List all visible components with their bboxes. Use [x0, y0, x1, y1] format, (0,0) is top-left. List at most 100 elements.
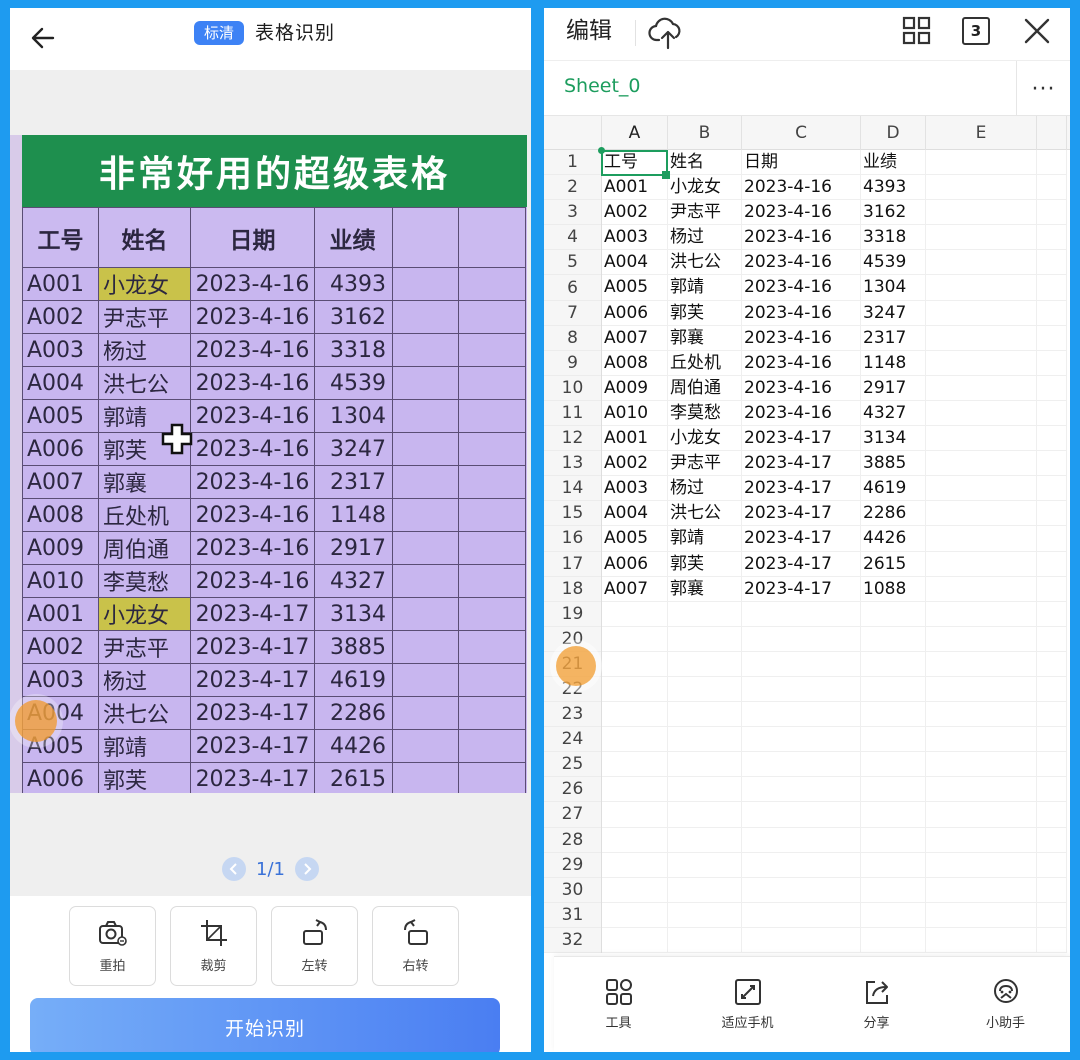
cell[interactable]: [926, 200, 1037, 226]
cell[interactable]: [602, 626, 668, 652]
cell[interactable]: [861, 702, 926, 728]
cell[interactable]: [1037, 175, 1067, 201]
cell[interactable]: A006: [602, 551, 668, 577]
cell[interactable]: [1037, 727, 1067, 753]
cell[interactable]: 业绩: [861, 150, 926, 176]
cell[interactable]: 3885: [861, 451, 926, 477]
page-count-button[interactable]: 3: [962, 17, 990, 45]
cell[interactable]: [668, 676, 742, 703]
cell[interactable]: [861, 777, 926, 803]
cell[interactable]: A009: [602, 375, 668, 401]
cell[interactable]: [1037, 375, 1067, 401]
cell[interactable]: [668, 927, 742, 953]
cell[interactable]: [926, 676, 1037, 703]
cell[interactable]: [1037, 877, 1067, 903]
cell[interactable]: [926, 375, 1037, 401]
column-header-c[interactable]: C: [742, 116, 861, 150]
row-number[interactable]: 6: [544, 275, 601, 301]
cell[interactable]: 丘处机: [668, 350, 742, 376]
quality-badge[interactable]: 标清: [194, 21, 245, 45]
cell[interactable]: 2023-4-17: [742, 451, 861, 477]
cell[interactable]: [926, 501, 1037, 527]
rotate-left-button[interactable]: 左转: [271, 906, 358, 986]
cell[interactable]: [926, 802, 1037, 828]
cell[interactable]: A008: [602, 350, 668, 376]
row-number[interactable]: 13: [544, 451, 601, 477]
row-number[interactable]: 12: [544, 426, 601, 452]
cell[interactable]: [926, 275, 1037, 301]
cell[interactable]: 2023-4-17: [742, 501, 861, 527]
cell-area[interactable]: 工号 姓名 日期 业绩 A001 小龙女 2023-4-16 4393 A002 尹志平 2023-…: [602, 150, 1067, 953]
selection-handle[interactable]: [598, 147, 605, 154]
column-header[interactable]: [1037, 116, 1067, 150]
cell[interactable]: 4426: [861, 526, 926, 552]
cell[interactable]: A005: [602, 275, 668, 301]
cell[interactable]: 洪七公: [668, 250, 742, 276]
cell[interactable]: [1037, 626, 1067, 652]
cell[interactable]: [668, 852, 742, 878]
cell[interactable]: [926, 752, 1037, 778]
cell[interactable]: 2023-4-17: [742, 526, 861, 552]
cell[interactable]: [1037, 250, 1067, 276]
cell[interactable]: [926, 426, 1037, 452]
cell[interactable]: 3134: [861, 426, 926, 452]
cell[interactable]: 2023-4-16: [742, 300, 861, 326]
cell[interactable]: [926, 852, 1037, 878]
cell[interactable]: [1037, 451, 1067, 477]
cell[interactable]: 小龙女: [668, 426, 742, 452]
back-button[interactable]: [26, 18, 60, 58]
row-number[interactable]: 17: [544, 552, 601, 577]
retake-button[interactable]: 重拍: [69, 906, 156, 986]
cell[interactable]: 姓名: [668, 150, 742, 176]
cell[interactable]: [926, 250, 1037, 276]
cell[interactable]: [742, 927, 861, 953]
cell[interactable]: [1037, 225, 1067, 251]
cell[interactable]: [742, 651, 861, 677]
grid-view-icon[interactable]: [902, 16, 932, 46]
spreadsheet-grid[interactable]: ABCDE 1234567891011121314151617181920212…: [544, 116, 1070, 956]
cell[interactable]: [926, 150, 1037, 176]
cell[interactable]: [742, 877, 861, 903]
cell[interactable]: [926, 576, 1037, 602]
cell[interactable]: [602, 802, 668, 828]
cell[interactable]: [926, 827, 1037, 853]
cell[interactable]: 2023-4-16: [742, 250, 861, 276]
cell[interactable]: [742, 626, 861, 652]
cell[interactable]: [668, 802, 742, 828]
cell[interactable]: [1037, 526, 1067, 552]
row-number[interactable]: 31: [544, 903, 601, 928]
cell[interactable]: [742, 727, 861, 753]
row-number[interactable]: 11: [544, 401, 601, 427]
row-number[interactable]: 24: [544, 727, 601, 753]
column-header-d[interactable]: D: [861, 116, 926, 150]
cell[interactable]: A006: [602, 300, 668, 326]
row-number[interactable]: 19: [544, 602, 601, 627]
cell[interactable]: [668, 651, 742, 677]
crop-button[interactable]: 裁剪: [170, 906, 257, 986]
cell[interactable]: [926, 927, 1037, 953]
cell[interactable]: [926, 300, 1037, 326]
select-all-corner[interactable]: [544, 116, 602, 150]
more-options-button[interactable]: ···: [1016, 61, 1070, 117]
cell[interactable]: [1037, 300, 1067, 326]
row-number[interactable]: 26: [544, 777, 601, 803]
row-number[interactable]: 29: [544, 853, 601, 878]
close-icon[interactable]: [1022, 16, 1052, 46]
cell[interactable]: 2023-4-16: [742, 350, 861, 376]
cell[interactable]: A004: [602, 501, 668, 527]
row-number[interactable]: 8: [544, 326, 601, 351]
cell[interactable]: 2023-4-16: [742, 225, 861, 251]
next-page-button[interactable]: [294, 857, 319, 881]
cell[interactable]: 2023-4-16: [742, 200, 861, 226]
cell[interactable]: A001: [602, 175, 668, 201]
share-button[interactable]: 分享: [812, 957, 941, 1052]
cell[interactable]: A005: [602, 526, 668, 552]
cell[interactable]: [1037, 551, 1067, 577]
cell[interactable]: 4393: [861, 175, 926, 201]
cell[interactable]: [602, 601, 668, 627]
cell[interactable]: [926, 400, 1037, 427]
cell[interactable]: A010: [602, 400, 668, 427]
cell[interactable]: 2023-4-17: [742, 551, 861, 577]
row-number[interactable]: 27: [544, 802, 601, 828]
cloud-upload-icon[interactable]: [648, 14, 684, 50]
